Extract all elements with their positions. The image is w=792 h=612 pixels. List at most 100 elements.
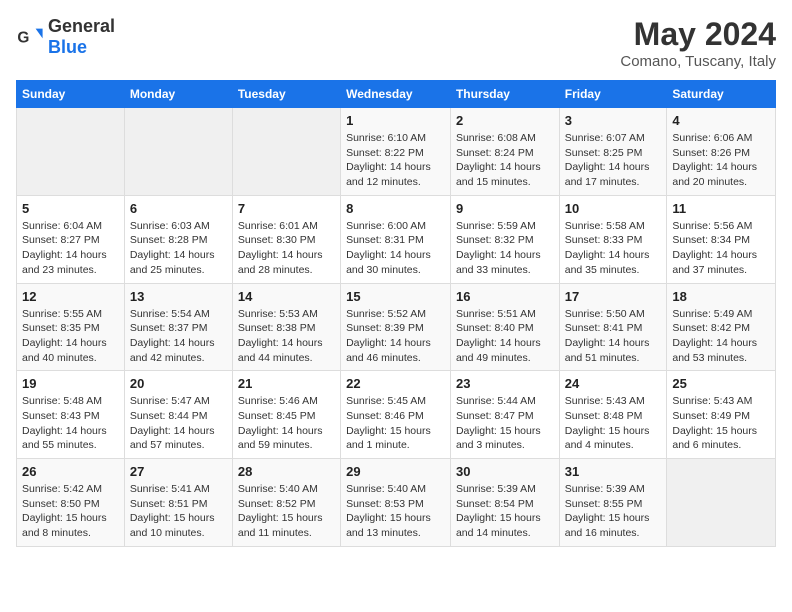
calendar-cell: 2Sunrise: 6:08 AM Sunset: 8:24 PM Daylig… bbox=[450, 108, 559, 196]
day-number: 1 bbox=[346, 113, 445, 128]
day-header-saturday: Saturday bbox=[667, 81, 776, 108]
calendar-cell: 20 Sunrise: 5:47 AM Sunset: 8:44 PM Dayli… bbox=[124, 371, 232, 459]
day-number: 8 bbox=[346, 201, 445, 216]
day-info: Sunrise: 5:40 AM Sunset: 8:53 PM Dayligh… bbox=[346, 482, 445, 541]
day-info: Sunrise: 6:04 AM Sunset: 8:27 PM Dayligh… bbox=[22, 219, 119, 278]
day-header-sunday: Sunday bbox=[17, 81, 125, 108]
calendar-cell: 28 Sunrise: 5:40 AM Sunset: 8:52 PM Dayli… bbox=[232, 459, 340, 547]
day-info: Sunrise: 6:07 AM Sunset: 8:25 PM Dayligh… bbox=[565, 131, 662, 190]
calendar-cell: 21 Sunrise: 5:46 AM Sunset: 8:45 PM Dayli… bbox=[232, 371, 340, 459]
day-info: Sunrise: 5:59 AM Sunset: 8:32 PM Dayligh… bbox=[456, 219, 554, 278]
svg-text:G: G bbox=[17, 30, 29, 47]
logo-text-blue: Blue bbox=[48, 37, 87, 57]
day-number: 7 bbox=[238, 201, 335, 216]
day-number: 29 bbox=[346, 464, 445, 479]
day-info: Sunrise: 6:03 AM Sunset: 8:28 PM Dayligh… bbox=[130, 219, 227, 278]
title-section: May 2024 Comano, Tuscany, Italy bbox=[620, 16, 776, 70]
day-info: Sunrise: 5:53 AM Sunset: 8:38 PM Dayligh… bbox=[238, 307, 335, 366]
day-info: Sunrise: 6:00 AM Sunset: 8:31 PM Dayligh… bbox=[346, 219, 445, 278]
calendar-cell: 24 Sunrise: 5:43 AM Sunset: 8:48 PM Dayli… bbox=[559, 371, 667, 459]
day-info: Sunrise: 5:39 AM Sunset: 8:55 PM Dayligh… bbox=[565, 482, 662, 541]
day-info: Sunrise: 5:42 AM Sunset: 8:50 PM Dayligh… bbox=[22, 482, 119, 541]
day-number: 13 bbox=[130, 289, 227, 304]
calendar-cell: 14 Sunrise: 5:53 AM Sunset: 8:38 PM Dayli… bbox=[232, 283, 340, 371]
day-info: Sunrise: 5:48 AM Sunset: 8:43 PM Dayligh… bbox=[22, 394, 119, 453]
week-row-4: 19 Sunrise: 5:48 AM Sunset: 8:43 PM Dayli… bbox=[17, 371, 776, 459]
calendar-cell: 8 Sunrise: 6:00 AM Sunset: 8:31 PM Daylig… bbox=[341, 195, 451, 283]
calendar-cell: 27 Sunrise: 5:41 AM Sunset: 8:51 PM Dayli… bbox=[124, 459, 232, 547]
calendar-cell: 23Sunrise: 5:44 AM Sunset: 8:47 PM Dayli… bbox=[450, 371, 559, 459]
calendar-header: SundayMondayTuesdayWednesdayThursdayFrid… bbox=[17, 81, 776, 108]
calendar-cell: 31 Sunrise: 5:39 AM Sunset: 8:55 PM Dayli… bbox=[559, 459, 667, 547]
week-row-1: 1 Sunrise: 6:10 AM Sunset: 8:22 PM Daylig… bbox=[17, 108, 776, 196]
day-number: 5 bbox=[22, 201, 119, 216]
calendar-cell: 9 Sunrise: 5:59 AM Sunset: 8:32 PM Daylig… bbox=[450, 195, 559, 283]
calendar-cell: 10Sunrise: 5:58 AM Sunset: 8:33 PM Dayli… bbox=[559, 195, 667, 283]
week-row-2: 5 Sunrise: 6:04 AM Sunset: 8:27 PM Daylig… bbox=[17, 195, 776, 283]
day-info: Sunrise: 6:10 AM Sunset: 8:22 PM Dayligh… bbox=[346, 131, 445, 190]
calendar-table: SundayMondayTuesdayWednesdayThursdayFrid… bbox=[16, 80, 776, 547]
calendar-cell: 16Sunrise: 5:51 AM Sunset: 8:40 PM Dayli… bbox=[450, 283, 559, 371]
day-header-friday: Friday bbox=[559, 81, 667, 108]
calendar-cell: 3Sunrise: 6:07 AM Sunset: 8:25 PM Daylig… bbox=[559, 108, 667, 196]
day-info: Sunrise: 5:47 AM Sunset: 8:44 PM Dayligh… bbox=[130, 394, 227, 453]
day-info: Sunrise: 5:52 AM Sunset: 8:39 PM Dayligh… bbox=[346, 307, 445, 366]
day-info: Sunrise: 5:50 AM Sunset: 8:41 PM Dayligh… bbox=[565, 307, 662, 366]
calendar-cell bbox=[667, 459, 776, 547]
calendar-cell: 6 Sunrise: 6:03 AM Sunset: 8:28 PM Daylig… bbox=[124, 195, 232, 283]
week-row-5: 26 Sunrise: 5:42 AM Sunset: 8:50 PM Dayli… bbox=[17, 459, 776, 547]
day-number: 22 bbox=[346, 376, 445, 391]
calendar-cell: 26 Sunrise: 5:42 AM Sunset: 8:50 PM Dayli… bbox=[17, 459, 125, 547]
day-number: 18 bbox=[672, 289, 770, 304]
day-number: 26 bbox=[22, 464, 119, 479]
day-number: 19 bbox=[22, 376, 119, 391]
day-info: Sunrise: 5:56 AM Sunset: 8:34 PM Dayligh… bbox=[672, 219, 770, 278]
day-header-tuesday: Tuesday bbox=[232, 81, 340, 108]
calendar-cell: 29 Sunrise: 5:40 AM Sunset: 8:53 PM Dayli… bbox=[341, 459, 451, 547]
day-number: 15 bbox=[346, 289, 445, 304]
day-info: Sunrise: 5:39 AM Sunset: 8:54 PM Dayligh… bbox=[456, 482, 554, 541]
calendar-cell: 12 Sunrise: 5:55 AM Sunset: 8:35 PM Dayli… bbox=[17, 283, 125, 371]
calendar-cell: 22Sunrise: 5:45 AM Sunset: 8:46 PM Dayli… bbox=[341, 371, 451, 459]
day-number: 24 bbox=[565, 376, 662, 391]
day-number: 31 bbox=[565, 464, 662, 479]
week-row-3: 12 Sunrise: 5:55 AM Sunset: 8:35 PM Dayli… bbox=[17, 283, 776, 371]
calendar-cell: 30Sunrise: 5:39 AM Sunset: 8:54 PM Dayli… bbox=[450, 459, 559, 547]
day-number: 21 bbox=[238, 376, 335, 391]
day-number: 14 bbox=[238, 289, 335, 304]
calendar-cell: 13Sunrise: 5:54 AM Sunset: 8:37 PM Dayli… bbox=[124, 283, 232, 371]
day-number: 9 bbox=[456, 201, 554, 216]
day-number: 25 bbox=[672, 376, 770, 391]
day-header-wednesday: Wednesday bbox=[341, 81, 451, 108]
day-number: 10 bbox=[565, 201, 662, 216]
logo-icon: G bbox=[16, 23, 44, 51]
calendar-cell: 25Sunrise: 5:43 AM Sunset: 8:49 PM Dayli… bbox=[667, 371, 776, 459]
page-header: G General Blue May 2024 Comano, Tuscany,… bbox=[16, 16, 776, 70]
calendar-cell: 18 Sunrise: 5:49 AM Sunset: 8:42 PM Dayli… bbox=[667, 283, 776, 371]
logo-text-general: General bbox=[48, 16, 115, 36]
day-header-monday: Monday bbox=[124, 81, 232, 108]
day-info: Sunrise: 5:49 AM Sunset: 8:42 PM Dayligh… bbox=[672, 307, 770, 366]
calendar-cell bbox=[17, 108, 125, 196]
day-info: Sunrise: 5:41 AM Sunset: 8:51 PM Dayligh… bbox=[130, 482, 227, 541]
day-info: Sunrise: 5:43 AM Sunset: 8:48 PM Dayligh… bbox=[565, 394, 662, 453]
day-number: 28 bbox=[238, 464, 335, 479]
day-info: Sunrise: 5:55 AM Sunset: 8:35 PM Dayligh… bbox=[22, 307, 119, 366]
day-number: 12 bbox=[22, 289, 119, 304]
calendar-cell: 19 Sunrise: 5:48 AM Sunset: 8:43 PM Dayli… bbox=[17, 371, 125, 459]
calendar-subtitle: Comano, Tuscany, Italy bbox=[620, 53, 776, 70]
day-number: 4 bbox=[672, 113, 770, 128]
day-header-thursday: Thursday bbox=[450, 81, 559, 108]
day-info: Sunrise: 5:40 AM Sunset: 8:52 PM Dayligh… bbox=[238, 482, 335, 541]
calendar-cell: 4 Sunrise: 6:06 AM Sunset: 8:26 PM Daylig… bbox=[667, 108, 776, 196]
day-number: 27 bbox=[130, 464, 227, 479]
day-number: 20 bbox=[130, 376, 227, 391]
calendar-cell: 11Sunrise: 5:56 AM Sunset: 8:34 PM Dayli… bbox=[667, 195, 776, 283]
calendar-cell bbox=[232, 108, 340, 196]
day-number: 6 bbox=[130, 201, 227, 216]
day-number: 16 bbox=[456, 289, 554, 304]
day-info: Sunrise: 5:46 AM Sunset: 8:45 PM Dayligh… bbox=[238, 394, 335, 453]
day-info: Sunrise: 6:06 AM Sunset: 8:26 PM Dayligh… bbox=[672, 131, 770, 190]
logo: G General Blue bbox=[16, 16, 115, 58]
calendar-body: 1 Sunrise: 6:10 AM Sunset: 8:22 PM Daylig… bbox=[17, 108, 776, 547]
